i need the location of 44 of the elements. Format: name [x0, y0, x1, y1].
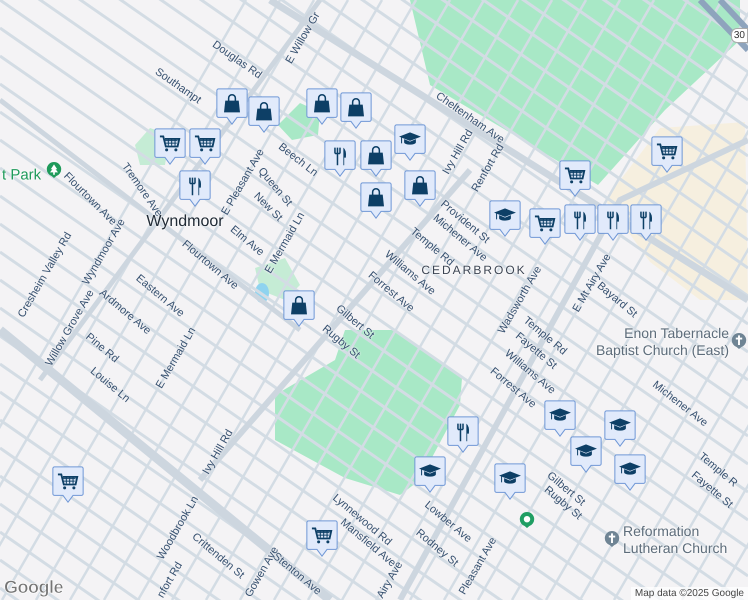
street-label: Ivy Hill Rd [200, 428, 236, 476]
shopping-bag-pin[interactable] [360, 140, 392, 177]
route-shield: 30 [730, 28, 748, 43]
church-label: Enon Tabernacle Baptist Church (East) [594, 325, 729, 359]
graduation-cap-pin[interactable] [414, 456, 446, 493]
shopping-bag-pin[interactable] [216, 88, 248, 125]
shopping-bag-pin[interactable] [360, 182, 392, 219]
poi-icon[interactable] [519, 511, 535, 529]
shopping-bag-pin[interactable] [283, 290, 315, 327]
shopping-bag-pin[interactable] [340, 92, 372, 129]
graduation-cap-pin[interactable] [394, 124, 426, 161]
graduation-cap-pin[interactable] [614, 454, 646, 491]
map-attribution: Map data ©2025 Google [630, 587, 748, 600]
graduation-cap-pin[interactable] [489, 200, 521, 237]
fork-knife-pin[interactable] [179, 170, 211, 207]
pond [255, 283, 269, 303]
fork-knife-pin[interactable] [564, 204, 596, 241]
street-label: Elm Ave [228, 224, 266, 258]
shopping-bag-pin[interactable] [248, 96, 280, 133]
fork-knife-pin[interactable] [630, 204, 662, 241]
tree-icon[interactable] [46, 161, 62, 179]
cross-icon[interactable] [731, 332, 747, 350]
map-logo: Google [4, 577, 63, 598]
graduation-cap-pin[interactable] [494, 463, 526, 500]
fork-knife-pin[interactable] [597, 204, 629, 241]
shopping-bag-pin[interactable] [306, 88, 338, 125]
church-label: Reformation Lutheran Church [623, 523, 728, 557]
graduation-cap-pin[interactable] [570, 436, 602, 473]
shopping-cart-pin[interactable] [651, 136, 683, 173]
park-label: t Park [2, 166, 42, 184]
shopping-cart-pin[interactable] [529, 208, 561, 245]
fork-knife-pin[interactable] [447, 416, 479, 453]
shopping-cart-pin[interactable] [559, 160, 591, 197]
shopping-cart-pin[interactable] [189, 128, 221, 165]
fork-knife-pin[interactable] [324, 140, 356, 177]
town-label: Wyndmoor [146, 213, 224, 231]
street-label: Ivy Hill Rd [440, 128, 476, 176]
graduation-cap-pin[interactable] [604, 410, 636, 447]
shopping-bag-pin[interactable] [404, 170, 436, 207]
graduation-cap-pin[interactable] [544, 400, 576, 437]
shopping-cart-pin[interactable] [154, 128, 186, 165]
cross-icon[interactable] [604, 530, 620, 548]
shopping-cart-pin[interactable] [52, 466, 84, 503]
street-label: Pine Rd [83, 330, 121, 366]
